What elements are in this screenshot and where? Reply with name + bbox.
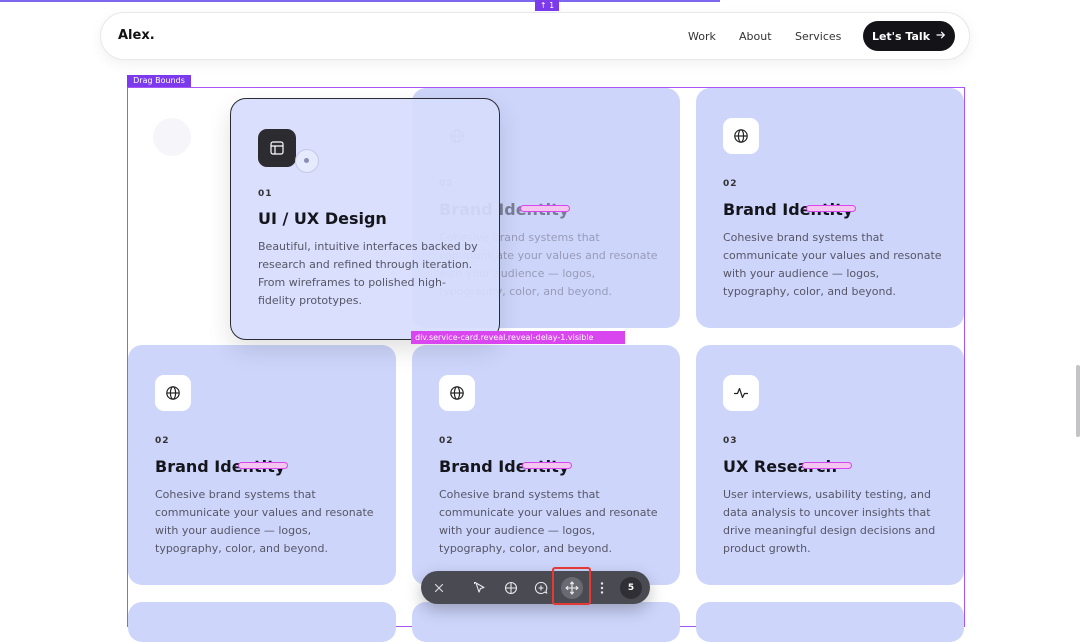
service-card[interactable]: 02 Brand Identity Cohesive brand systems… <box>128 345 396 585</box>
floating-toolbar <box>421 571 650 604</box>
dragged-service-card[interactable]: 01 UI / UX Design Beautiful, intuitive i… <box>230 98 500 340</box>
service-card[interactable]: 03 UX Research User interviews, usabilit… <box>696 345 964 585</box>
more-icon[interactable] <box>592 578 612 598</box>
placeholder-slot <box>153 118 191 156</box>
nav-link-services[interactable]: Services <box>795 30 841 43</box>
resize-handle[interactable] <box>520 205 570 212</box>
layout-icon <box>258 129 296 167</box>
card-description: Cohesive brand systems that communicate … <box>439 488 658 555</box>
service-card-partial[interactable] <box>412 602 680 642</box>
page-scrollbar[interactable] <box>1076 365 1080 437</box>
service-card-partial[interactable] <box>696 602 964 642</box>
card-description: Cohesive brand systems that communicate … <box>155 488 374 555</box>
card-description: User interviews, usability testing, and … <box>723 488 936 555</box>
nav-link-about[interactable]: About <box>739 30 772 43</box>
nav-link-work[interactable]: Work <box>688 30 716 43</box>
globe-icon <box>155 375 191 411</box>
card-number: 02 <box>439 436 454 446</box>
resize-handle[interactable] <box>806 205 856 212</box>
service-card-partial[interactable] <box>128 602 396 642</box>
selection-depth-badge: ↑ 1 <box>535 0 559 11</box>
card-number: 03 <box>723 436 738 446</box>
selected-element-tag: div.service-card.reveal.reveal-delay-1.v… <box>411 331 625 344</box>
add-comment-icon[interactable] <box>531 578 551 598</box>
resize-handle[interactable] <box>802 462 852 469</box>
card-description: Cohesive brand systems that communicate … <box>723 231 942 298</box>
card-number: 01 <box>258 189 273 199</box>
service-card[interactable]: 02 Brand Identity Cohesive brand systems… <box>412 345 680 585</box>
drag-bounds-label: Drag Bounds <box>127 75 191 87</box>
card-title: UI / UX Design <box>258 209 387 228</box>
lets-talk-label: Let's Talk <box>871 29 931 43</box>
move-tool-highlight <box>552 567 591 605</box>
globe-icon <box>439 375 475 411</box>
card-description: Beautiful, intuitive interfaces backed b… <box>258 240 478 307</box>
top-navbar: Alex. Work About Services Let's Talk <box>100 12 970 60</box>
service-card[interactable]: 02 Brand Identity Cohesive brand systems… <box>696 88 964 328</box>
close-icon[interactable] <box>429 578 449 598</box>
globe-icon <box>723 118 759 154</box>
activity-icon <box>723 375 759 411</box>
resize-handle[interactable] <box>238 462 288 469</box>
drag-cursor-ring <box>295 149 319 173</box>
card-number: 02 <box>723 179 738 189</box>
selection-top-line <box>0 0 720 2</box>
lets-talk-button[interactable]: Let's Talk <box>863 21 955 51</box>
arrow-right-icon <box>936 30 946 43</box>
grid-icon[interactable] <box>501 578 521 598</box>
selection-count-badge[interactable]: 5 <box>620 577 642 599</box>
resize-handle[interactable] <box>522 462 572 469</box>
logo[interactable]: Alex. <box>118 28 155 43</box>
pointer-icon[interactable] <box>470 578 490 598</box>
card-number: 02 <box>155 436 170 446</box>
